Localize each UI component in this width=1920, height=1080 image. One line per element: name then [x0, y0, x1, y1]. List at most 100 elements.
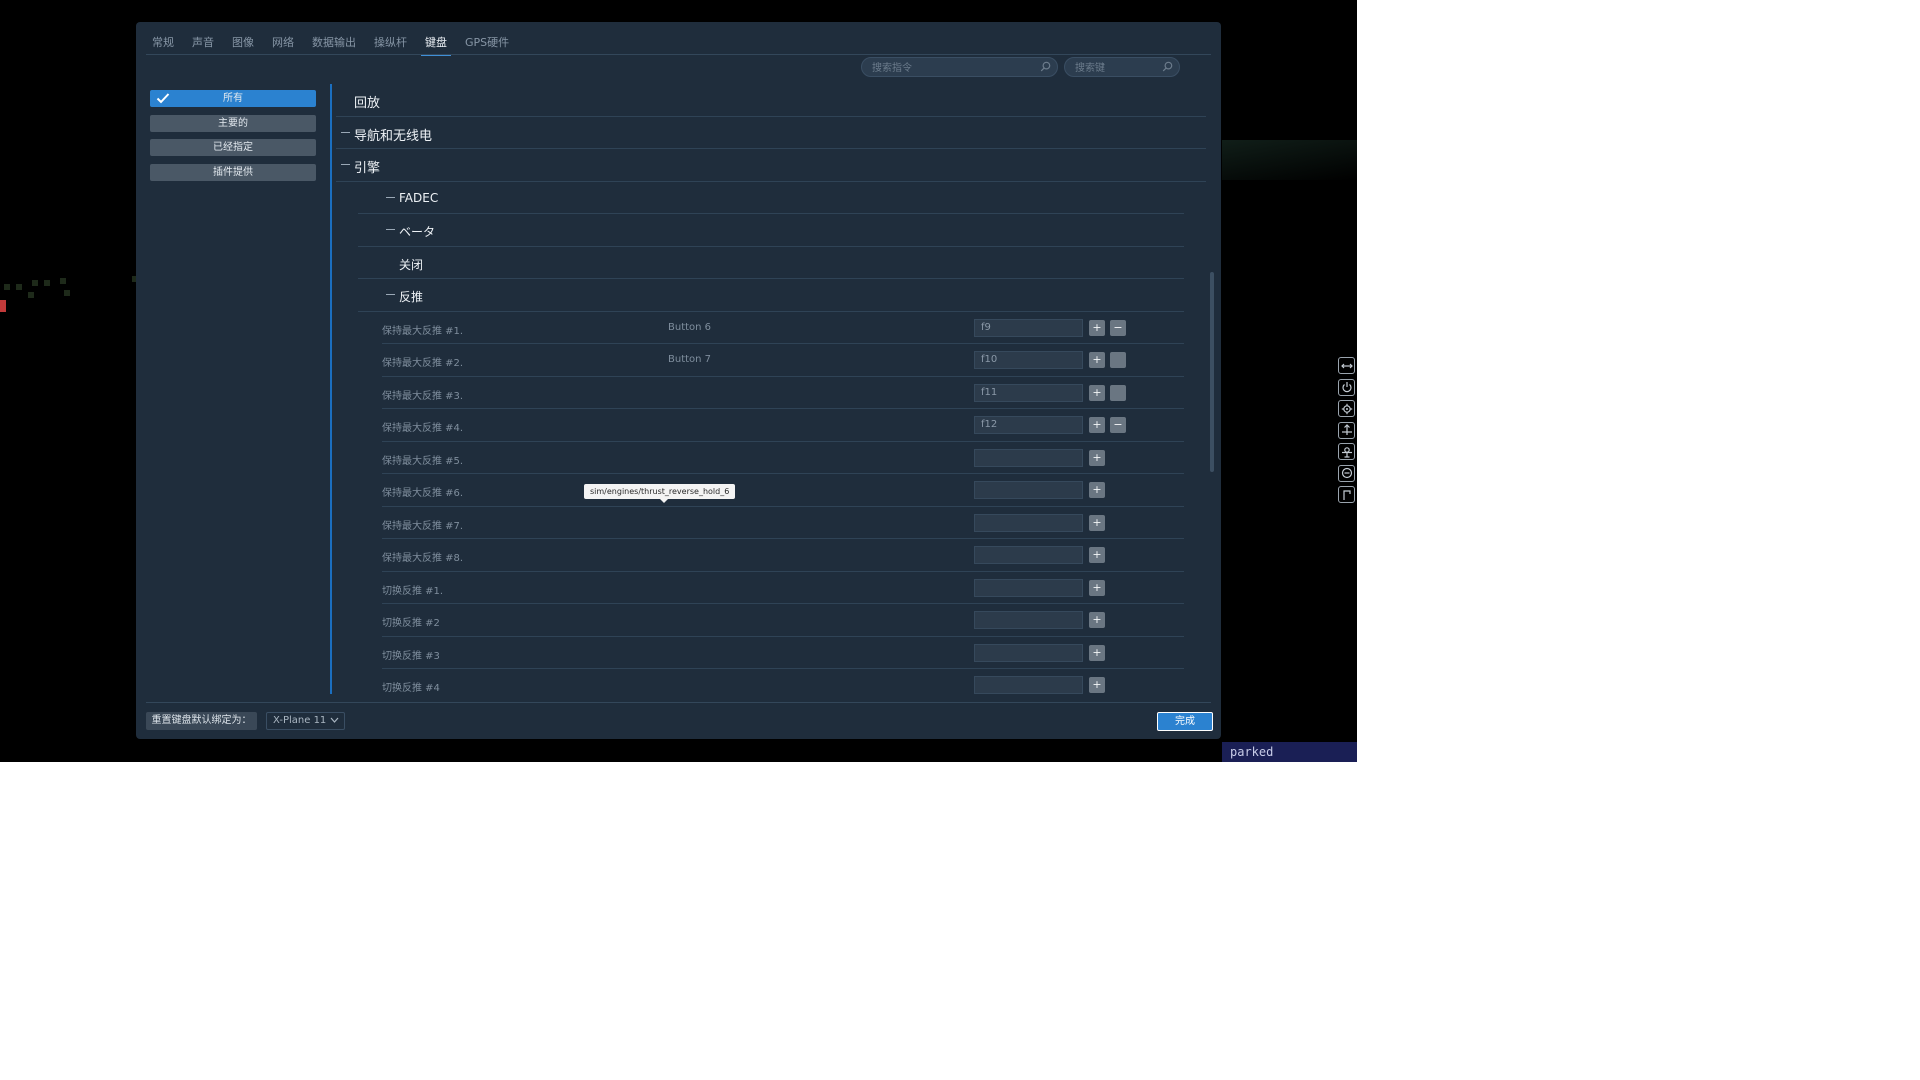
- key-binding-field[interactable]: [974, 643, 1083, 662]
- filter-plugin-button[interactable]: 插件提供: [150, 163, 316, 181]
- key-binding-field[interactable]: [974, 578, 1083, 597]
- key-binding-field[interactable]: f12: [974, 416, 1083, 434]
- key-binding-field[interactable]: [974, 611, 1083, 629]
- command-search-input[interactable]: [870, 60, 1030, 76]
- group-label: 回放: [354, 96, 381, 111]
- tab-joystick[interactable]: 操纵杆: [374, 34, 407, 52]
- command-search[interactable]: [861, 57, 1058, 77]
- command-row: 切换反推 #4 +: [382, 669, 1184, 696]
- add-binding-button[interactable]: +: [1089, 482, 1105, 498]
- collapse-icon[interactable]: [386, 294, 395, 295]
- key-search[interactable]: [1064, 57, 1180, 77]
- remove-binding-button[interactable]: −: [1110, 417, 1126, 433]
- command-name: 保持最大反推 #2.: [382, 358, 464, 369]
- add-binding-button[interactable]: +: [1089, 579, 1105, 596]
- add-binding-button[interactable]: +: [1089, 612, 1105, 628]
- filter-assigned-button[interactable]: 已经指定: [150, 139, 316, 156]
- power-icon[interactable]: [1338, 378, 1355, 396]
- add-binding-button[interactable]: +: [1089, 449, 1105, 466]
- red-marker: [0, 300, 6, 312]
- remove-binding-button[interactable]: [1110, 384, 1126, 401]
- filter-assigned-label: 已经指定: [213, 142, 253, 153]
- add-binding-button[interactable]: +: [1089, 644, 1105, 661]
- done-button[interactable]: 完成: [1157, 712, 1213, 731]
- filter-all-label: 所有: [223, 93, 243, 104]
- reset-defaults-button[interactable]: 重置键盘默认绑定为：: [146, 712, 257, 730]
- command-row: 保持最大反推 #6. +: [382, 474, 1184, 507]
- key-binding-field[interactable]: [974, 513, 1083, 532]
- subgroup-label: FADEC: [399, 190, 439, 205]
- command-name: 切换反推 #2: [382, 618, 440, 629]
- tab-keyboard[interactable]: 键盘: [421, 34, 451, 56]
- key-binding-field[interactable]: f10: [974, 351, 1083, 369]
- command-row: 保持最大反推 #8. +: [382, 539, 1184, 572]
- add-binding-button[interactable]: +: [1089, 677, 1105, 693]
- command-row: 保持最大反推 #4. f12 + −: [382, 409, 1184, 442]
- command-name: 切换反推 #3: [382, 650, 440, 662]
- add-binding-button[interactable]: +: [1089, 417, 1105, 433]
- command-name: 保持最大反推 #5.: [382, 455, 464, 467]
- tab-sound[interactable]: 声音: [192, 34, 214, 52]
- remove-binding-button[interactable]: [1110, 352, 1126, 368]
- key-binding-field[interactable]: f9: [974, 318, 1083, 337]
- gear-icon[interactable]: [1338, 400, 1355, 417]
- key-binding-field[interactable]: [974, 448, 1083, 467]
- joystick-binding: Button 6: [668, 321, 712, 333]
- collapse-icon[interactable]: [386, 229, 395, 230]
- pan-arrows-icon[interactable]: [1338, 357, 1355, 374]
- scrollbar[interactable]: [1210, 272, 1214, 472]
- group-row-replay[interactable]: 回放: [336, 84, 1206, 117]
- add-binding-button[interactable]: +: [1089, 384, 1105, 401]
- subgroup-row-reverser[interactable]: 反推: [358, 279, 1184, 312]
- collapse-icon[interactable]: [386, 196, 395, 198]
- tab-divider: [146, 54, 1211, 55]
- command-name: 保持最大反推 #7.: [382, 520, 464, 532]
- add-binding-button[interactable]: +: [1089, 319, 1105, 336]
- attitude-icon[interactable]: [1338, 421, 1355, 439]
- group-label: 引擎: [354, 161, 381, 176]
- joystick-binding: Button 7: [668, 354, 712, 365]
- chevron-down-icon: [330, 717, 339, 723]
- add-binding-button[interactable]: +: [1089, 547, 1105, 563]
- command-name: 保持最大反推 #6.: [382, 488, 464, 499]
- tab-data-output[interactable]: 数据输出: [312, 34, 356, 52]
- group-row-nav-radio[interactable]: 导航和无线电: [336, 117, 1206, 149]
- group-label: 导航和无线电: [354, 128, 433, 144]
- command-name: 保持最大反推 #4.: [382, 423, 464, 434]
- tab-gps-hardware[interactable]: GPS硬件: [465, 34, 509, 52]
- collapse-icon[interactable]: [341, 131, 350, 133]
- collapse-icon[interactable]: [341, 164, 350, 165]
- subgroup-row-fadec[interactable]: FADEC: [358, 182, 1184, 214]
- tab-bar: 常规 声音 图像 网络 数据输出 操纵杆 键盘 GPS硬件: [152, 34, 509, 56]
- tab-graphics[interactable]: 图像: [232, 34, 254, 52]
- scenery-glow: [1222, 140, 1357, 180]
- key-binding-field[interactable]: [974, 481, 1083, 499]
- subgroup-row-shutdown[interactable]: 关闭: [358, 247, 1184, 279]
- tab-network[interactable]: 网络: [272, 34, 294, 52]
- music-icon[interactable]: [1338, 486, 1355, 503]
- tab-general[interactable]: 常规: [152, 34, 174, 52]
- filter-sidebar: 所有 主要的 已经指定 插件提供: [150, 90, 316, 188]
- command-row: 保持最大反推 #5. +: [382, 442, 1184, 474]
- remove-binding-button[interactable]: −: [1110, 319, 1126, 336]
- command-row: 切换反推 #2 +: [382, 604, 1184, 637]
- filter-all-button[interactable]: 所有: [150, 90, 316, 107]
- camera-icon[interactable]: [1338, 464, 1355, 482]
- command-row: 保持最大反推 #1. Button 6 f9 + −: [382, 312, 1184, 344]
- sim-toolbar: [1338, 357, 1356, 508]
- filter-main-button[interactable]: 主要的: [150, 114, 316, 132]
- command-name: 保持最大反推 #3.: [382, 390, 464, 402]
- group-row-engine[interactable]: 引擎: [336, 149, 1206, 182]
- subgroup-label: 反推: [399, 290, 424, 304]
- key-search-input[interactable]: [1073, 60, 1169, 76]
- profile-dropdown[interactable]: X-Plane 11: [266, 712, 345, 730]
- aircraft-icon[interactable]: [1338, 443, 1355, 460]
- add-binding-button[interactable]: +: [1089, 514, 1105, 531]
- key-binding-field[interactable]: f11: [974, 383, 1083, 402]
- add-binding-button[interactable]: +: [1089, 352, 1105, 368]
- subgroup-row-beta[interactable]: ベータ: [358, 214, 1184, 247]
- key-binding-field[interactable]: [974, 546, 1083, 564]
- key-binding-field[interactable]: [974, 676, 1083, 694]
- command-row: 保持最大反推 #7. +: [382, 507, 1184, 539]
- command-name: 保持最大反推 #8.: [382, 553, 464, 564]
